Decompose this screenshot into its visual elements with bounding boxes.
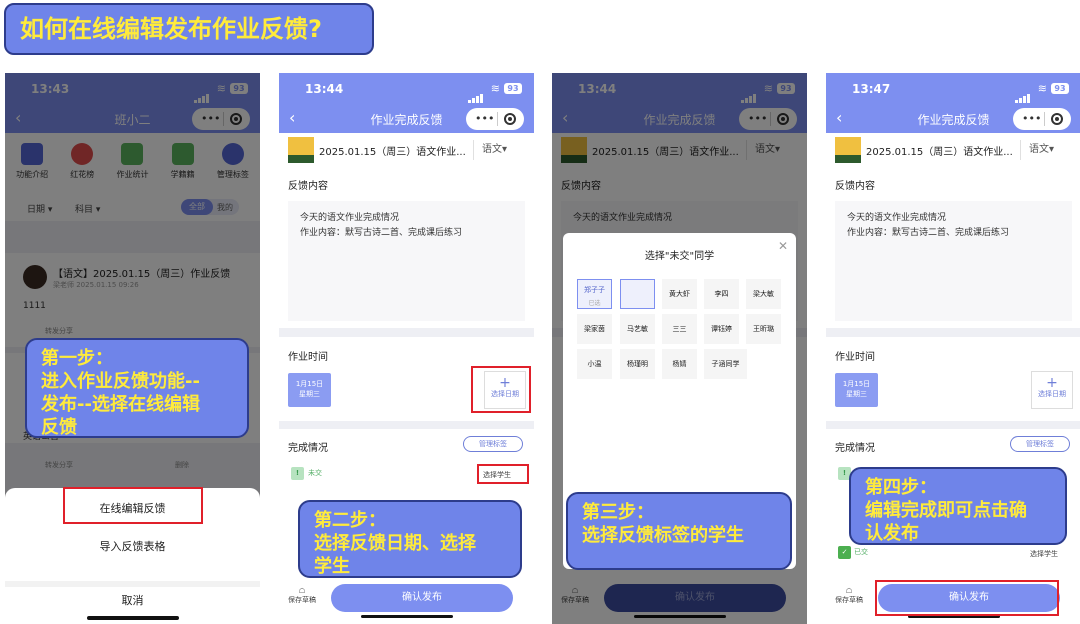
cancel-button[interactable]: 取消 [5, 592, 260, 608]
step-3-callout: 第三步： 选择反馈标签的学生 [566, 492, 792, 570]
draft-label: 保存草稿 [835, 596, 863, 604]
status-label: 完成情况 [288, 443, 328, 454]
modal-title: 选择"未交"同学 [644, 251, 715, 262]
status-label: 完成情况 [835, 443, 875, 454]
feedback-textarea[interactable]: 今天的语文作业完成情况 作业内容：默写古诗二首、完成课后练习 [835, 201, 1072, 321]
date-week: 星期三 [846, 390, 867, 398]
date-chip[interactable]: 1月15日星期三 [288, 373, 331, 407]
date-week: 星期三 [299, 390, 320, 398]
feedback-line-2: 作业内容：默写古诗二首、完成课后练习 [300, 228, 463, 238]
close-circle-icon[interactable] [1051, 113, 1063, 125]
submitted-label: 已交 [854, 548, 868, 556]
pending-label: 未交 [308, 469, 322, 477]
add-date-button[interactable]: + 选择日期 [1031, 371, 1073, 409]
import-table-option[interactable]: 导入反馈表格 [5, 538, 260, 554]
wifi-icon: ≋ [490, 82, 500, 95]
feedback-line-2: 作业内容：默写古诗二首、完成课后练习 [847, 228, 1010, 238]
home-indicator [361, 615, 453, 618]
feedback-label: 反馈内容 [835, 181, 875, 192]
divider [5, 581, 260, 587]
student-chip[interactable]: 杨婧 [662, 349, 697, 379]
submitted-tag[interactable]: ✓ 已交 [838, 546, 868, 559]
save-draft-button[interactable]: ☖保存草稿 [288, 587, 316, 605]
draft-icon: ☖ [298, 587, 306, 595]
status-bar: 13:47 ≋ 93 [826, 73, 1080, 105]
check-icon: ✓ [838, 546, 851, 559]
student-chip[interactable]: 黄大虾 [662, 279, 697, 309]
nav-bar: ‹ 作业完成反馈 ••• [279, 105, 534, 133]
date-day: 1月15日 [842, 380, 871, 388]
exclamation-icon: ! [291, 467, 304, 480]
homework-title: 2025.01.15（周三）语文作业... [319, 147, 466, 158]
student-chip[interactable]: 梁家茵 [577, 314, 612, 344]
battery-icon: 93 [1051, 83, 1069, 94]
manage-tags-button[interactable]: 管理标签 [463, 436, 523, 452]
select-students-button[interactable]: 选择学生 [1030, 549, 1058, 559]
nav-bar: ‹ 作业完成反馈 ••• [826, 105, 1080, 133]
student-chip[interactable]: 三三 [662, 314, 697, 344]
publish-button[interactable]: 确认发布 [331, 584, 513, 612]
manage-tags-button[interactable]: 管理标签 [1010, 436, 1070, 452]
miniapp-capsule[interactable]: ••• [466, 108, 524, 130]
highlight-box [875, 580, 1059, 616]
banner-title: 如何在线编辑发布作业反馈? [4, 3, 374, 55]
status-bar: 13:44 ≋ 93 [279, 73, 534, 105]
student-chip[interactable]: 谭钰婷 [704, 314, 739, 344]
add-date-label: 选择日期 [1038, 390, 1066, 398]
status-time: 13:47 [852, 82, 891, 96]
highlight-box [477, 464, 529, 484]
student-name: 郑子子 [584, 286, 605, 294]
student-chip[interactable]: 杨瑾明 [620, 349, 655, 379]
student-chip[interactable]: 梁大敏 [746, 279, 781, 309]
pending-tag[interactable]: ! 未交 [291, 467, 322, 480]
feedback-label: 反馈内容 [288, 181, 328, 192]
miniapp-capsule[interactable]: ••• [1013, 108, 1071, 130]
subject-select[interactable]: 语文▾ [1020, 140, 1070, 160]
student-chip[interactable]: 小温 [577, 349, 612, 379]
feedback-section: 反馈内容 今天的语文作业完成情况 作业内容：默写古诗二首、完成课后练习 [826, 173, 1080, 328]
signal-icon [468, 84, 484, 103]
date-chip[interactable]: 1月15日星期三 [835, 373, 878, 407]
time-label: 作业时间 [835, 352, 875, 363]
home-indicator [87, 616, 179, 620]
wifi-icon: ≋ [1037, 82, 1047, 95]
subject-select[interactable]: 语文▾ [473, 140, 523, 160]
student-chip[interactable]: 王昕璐 [746, 314, 781, 344]
highlight-box [63, 487, 203, 524]
feedback-section: 反馈内容 今天的语文作业完成情况 作业内容：默写古诗二首、完成课后练习 [279, 173, 534, 328]
date-day: 1月15日 [295, 380, 324, 388]
draft-label: 保存草稿 [288, 596, 316, 604]
student-chip[interactable]: 李四 [704, 279, 739, 309]
battery-icon: 93 [504, 83, 522, 94]
student-chip[interactable] [620, 279, 655, 309]
homework-thumbnail [835, 137, 861, 163]
step-4-callout: 第四步： 编辑完成即可点击确 认发布 [849, 467, 1067, 545]
draft-icon: ☖ [845, 587, 853, 595]
student-chip[interactable]: 郑子子 已选 [577, 279, 612, 309]
plus-icon: + [1046, 375, 1058, 391]
close-icon[interactable]: ✕ [778, 239, 788, 253]
step-1-callout: 第一步： 进入作业反馈功能-- 发布--选择在线编辑 反馈 [25, 338, 249, 438]
homework-thumbnail [288, 137, 314, 163]
homework-title: 2025.01.15（周三）语文作业... [866, 147, 1013, 158]
student-chip[interactable]: 马艺敏 [620, 314, 655, 344]
feedback-textarea[interactable]: 今天的语文作业完成情况 作业内容：默写古诗二首、完成课后练习 [288, 201, 525, 321]
signal-icon [1015, 84, 1031, 103]
step-2-callout: 第二步： 选择反馈日期、选择 学生 [298, 500, 522, 578]
time-label: 作业时间 [288, 352, 328, 363]
save-draft-button[interactable]: ☖保存草稿 [835, 587, 863, 605]
feedback-line-1: 今天的语文作业完成情况 [300, 213, 400, 223]
status-time: 13:44 [305, 82, 344, 96]
highlight-box [471, 366, 531, 413]
feedback-line-1: 今天的语文作业完成情况 [847, 213, 947, 223]
student-chip[interactable]: 子涵同学 [704, 349, 747, 379]
close-circle-icon[interactable] [504, 113, 516, 125]
